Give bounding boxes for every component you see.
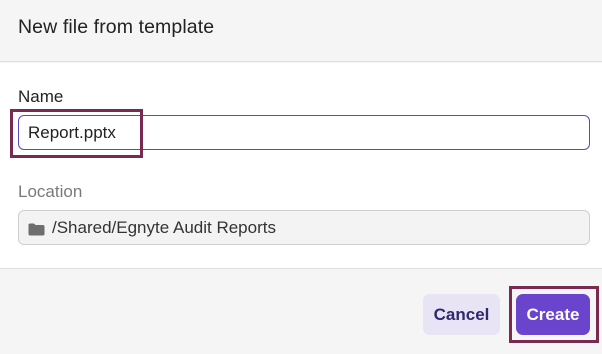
cancel-button[interactable]: Cancel (423, 294, 500, 335)
dialog-body: Name Report.pptx Location /Shared/Egnyte… (0, 63, 602, 269)
location-field[interactable]: /Shared/Egnyte Audit Reports (18, 210, 590, 245)
create-button[interactable]: Create (516, 294, 590, 335)
name-input[interactable]: Report.pptx (18, 115, 590, 150)
dialog-footer: Cancel Create (0, 270, 602, 354)
dialog-title: New file from template (18, 16, 215, 38)
folder-icon (28, 221, 45, 236)
location-label: Location (18, 182, 83, 201)
new-file-dialog: New file from template Name Report.pptx … (0, 0, 602, 354)
name-label: Name (18, 87, 64, 106)
dialog-header: New file from template (0, 0, 602, 62)
name-input-value: Report.pptx (28, 122, 116, 142)
location-value: /Shared/Egnyte Audit Reports (52, 217, 276, 237)
